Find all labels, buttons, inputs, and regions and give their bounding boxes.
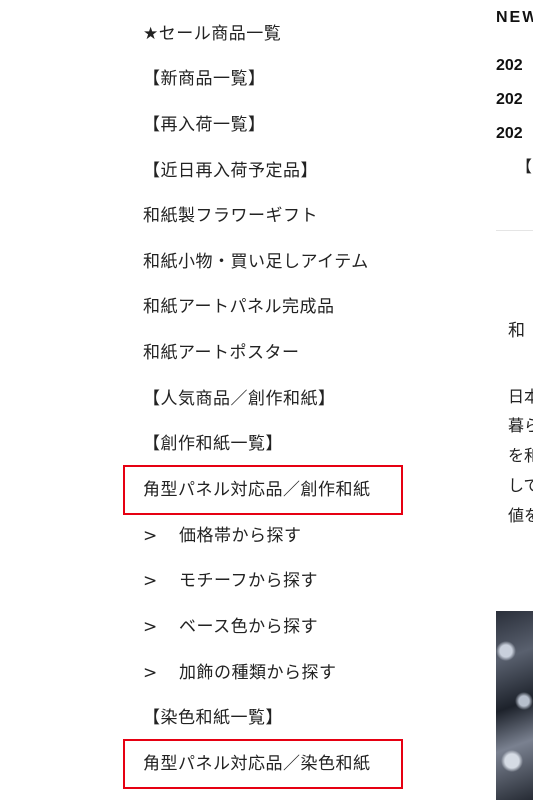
submenu-item-motif[interactable]: > モチーフから探す — [143, 569, 318, 593]
chevron-right-icon: > — [143, 526, 158, 546]
news-date[interactable]: 202 — [496, 125, 523, 143]
category-menu: ★セール商品一覧 【新商品一覧】 【再入荷一覧】 【近日再入荷予定品】 和紙製フ… — [0, 0, 480, 800]
news-item-title[interactable]: 【 — [516, 153, 532, 177]
paragraph-line: 日本 — [508, 387, 533, 406]
menu-item-square-panel-dyed[interactable]: 角型パネル対応品／染色和紙 — [143, 752, 371, 776]
menu-item-dyed-washi[interactable]: 【染色和紙一覧】 — [143, 706, 283, 730]
news-date[interactable]: 202 — [496, 57, 523, 75]
menu-item-square-panel-creative[interactable]: 角型パネル対応品／創作和紙 — [143, 478, 371, 502]
news-column: NEW 202 202 202 【 和 日本 暮ら を和 して 値を — [496, 0, 533, 800]
submenu-item-decoration[interactable]: > 加飾の種類から探す — [143, 661, 337, 685]
chevron-right-icon: > — [143, 617, 158, 637]
section-heading: 和 — [508, 321, 525, 341]
submenu-item-base-color[interactable]: > ベース色から探す — [143, 615, 318, 639]
menu-item-sale[interactable]: ★セール商品一覧 — [143, 22, 281, 46]
menu-item-flower-gift[interactable]: 和紙製フラワーギフト — [143, 204, 318, 228]
news-heading: NEW — [496, 9, 533, 26]
product-photo[interactable] — [496, 611, 533, 800]
menu-item-art-panel[interactable]: 和紙アートパネル完成品 — [143, 295, 334, 319]
paragraph-line: を和 — [508, 446, 533, 465]
menu-item-creative-washi[interactable]: 【創作和紙一覧】 — [143, 432, 283, 456]
menu-item-new-products[interactable]: 【新商品一覧】 — [143, 67, 266, 91]
divider — [496, 230, 533, 231]
menu-item-popular[interactable]: 【人気商品／創作和紙】 — [143, 387, 336, 411]
chevron-right-icon: > — [143, 571, 158, 591]
submenu-item-label: ベース色から探す — [179, 617, 319, 637]
submenu-item-price[interactable]: > 価格帯から探す — [143, 524, 302, 548]
paragraph-line: 値を — [508, 506, 533, 525]
paragraph-line: 暮ら — [508, 416, 533, 435]
submenu-item-label: 加飾の種類から探す — [179, 663, 337, 683]
menu-item-accessories[interactable]: 和紙小物・買い足しアイテム — [143, 250, 369, 274]
menu-item-restock[interactable]: 【再入荷一覧】 — [143, 113, 266, 137]
submenu-item-label: モチーフから探す — [179, 571, 318, 591]
news-date[interactable]: 202 — [496, 91, 523, 109]
menu-item-art-poster[interactable]: 和紙アートポスター — [143, 341, 299, 365]
paragraph-line: して — [508, 476, 533, 495]
menu-item-upcoming-restock[interactable]: 【近日再入荷予定品】 — [143, 159, 318, 183]
submenu-item-label: 価格帯から探す — [179, 526, 302, 546]
chevron-right-icon: > — [143, 663, 158, 683]
